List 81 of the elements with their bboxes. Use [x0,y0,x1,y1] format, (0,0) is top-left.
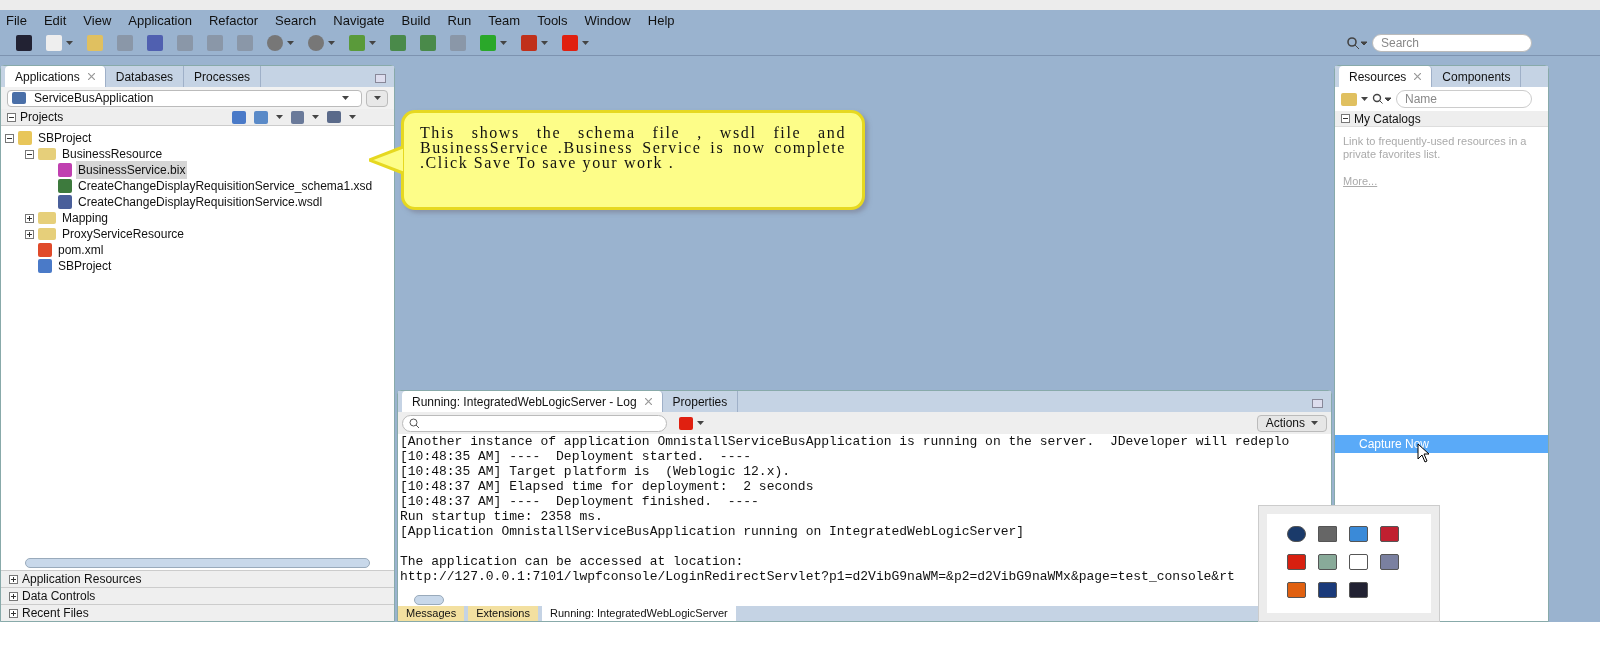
caret-icon [328,41,335,45]
menu-item[interactable]: Window [584,10,631,31]
caret-icon [697,421,704,425]
menu-item[interactable]: Tools [537,10,568,31]
caret-icon [276,115,283,119]
log-line: [10:48:37 AM] ---- Deployment finished. ---- [400,494,759,509]
log-search-field[interactable] [402,414,667,432]
tree-item[interactable]: BusinessService.bix [76,161,188,179]
expand-icon[interactable] [25,229,34,239]
search-icon[interactable] [1372,93,1392,105]
panel-tab[interactable]: Running: IntegratedWebLogicServer - Log [402,391,663,412]
panel-tab[interactable]: Applications [5,66,106,87]
bottom-tab[interactable]: Messages [398,606,465,621]
section-header[interactable]: Recent Files [22,604,89,622]
caret-icon [373,96,381,100]
tree-item[interactable]: SBProject [56,257,114,275]
close-icon[interactable] [1414,73,1422,80]
menu-item[interactable]: View [83,10,112,31]
menu-item[interactable]: Refactor [208,10,259,31]
close-icon[interactable] [87,73,95,80]
tree-item[interactable]: ProxyServiceResource [60,225,187,243]
close-icon[interactable] [644,398,652,405]
search-icon[interactable] [1346,36,1368,50]
callout-pointer [369,145,405,175]
search-icon [409,417,420,429]
menu-item[interactable]: File [6,10,27,31]
callout-bubble: This shows the schema file , wsdl file and BusinessService .Business Service is now complete .Click Save To save your work . [401,110,865,210]
menu-item[interactable]: Search [275,10,317,31]
log-line: [10:48:35 AM] ---- Deployment started. ---- [400,449,752,464]
menu-item[interactable]: Team [488,10,521,31]
menu-item[interactable]: Navigate [333,10,385,31]
log-line: Run startup time: 2358 ms. [400,509,603,524]
section-header[interactable]: Data Controls [22,587,96,605]
log-line: [Application OmnistallServiceBusApplication running on IntegratedWebLogicServer] [400,524,1025,539]
hint-text: Link to frequently-used resources in a private favorites list. [1342,134,1528,161]
bottom-tab[interactable]: Running: IntegratedWebLogicServer [541,606,736,621]
caret-icon [582,41,589,45]
log-line: The application can be accessed at location: [400,554,744,569]
bottom-tab[interactable]: Extensions [468,606,538,621]
menu-item[interactable]: Application [128,10,192,31]
expand-icon[interactable] [9,574,18,584]
actions-button[interactable]: Actions [1256,414,1327,432]
tree-item[interactable]: SBProject [36,129,94,147]
log-line: http://127.0.0.1:7101/lwpfconsole/LoginRedirectServlet?p1=d2VibG9naWM=&p2=d2VibG9naWMx&page=test_console&rt [400,569,1235,584]
panel-tab[interactable]: Resources [1339,66,1433,87]
caret-icon [66,41,73,45]
caret-icon [287,41,294,45]
search-field[interactable]: Search [1372,34,1532,52]
tree-item[interactable]: pom.xml [56,241,106,259]
name-field[interactable]: Name [1396,90,1532,108]
dropdown-button[interactable] [366,89,388,107]
section-header[interactable]: Projects [20,108,64,126]
log-line: [Another instance of application OmnistallServiceBusApplication is running on the server. JDeveloper will redeplo [400,434,1290,449]
caret-icon [312,115,319,119]
minimize-icon[interactable] [1312,399,1323,408]
menu-item[interactable]: Edit [43,10,67,31]
caret-icon [342,96,349,100]
menu-item[interactable]: Build [401,10,431,31]
tree-item[interactable]: BusinessResource [60,145,165,163]
log-line: [10:48:35 AM] Target platform is (Weblogic 12.x). [400,464,791,479]
caret-icon [541,41,548,45]
application-dropdown[interactable]: ServiceBusApplication [7,89,362,107]
menu-item[interactable]: Help [647,10,675,31]
caret-icon [349,115,356,119]
tree-item[interactable]: CreateChangeDisplayRequisitionService.wsdl [76,193,325,211]
collapse-icon[interactable] [25,149,34,159]
expand-icon[interactable] [9,608,18,618]
caret-icon [1361,97,1368,101]
caret-icon [1311,421,1318,425]
collapse-icon[interactable] [7,112,16,122]
collapse-icon[interactable] [5,133,14,143]
minimize-icon[interactable] [375,74,386,83]
caret-icon [500,41,507,45]
log-line: [10:48:37 AM] Elapsed time for deployment: 2 seconds [400,479,814,494]
tree-item[interactable]: CreateChangeDisplayRequisitionService_schema1.xsd [76,177,375,195]
collapse-icon[interactable] [1341,114,1350,123]
expand-icon[interactable] [9,591,18,601]
expand-icon[interactable] [25,213,34,223]
menu-item[interactable]: Run [447,10,472,31]
caret-icon [369,41,376,45]
tree-item[interactable]: Mapping [60,209,111,227]
